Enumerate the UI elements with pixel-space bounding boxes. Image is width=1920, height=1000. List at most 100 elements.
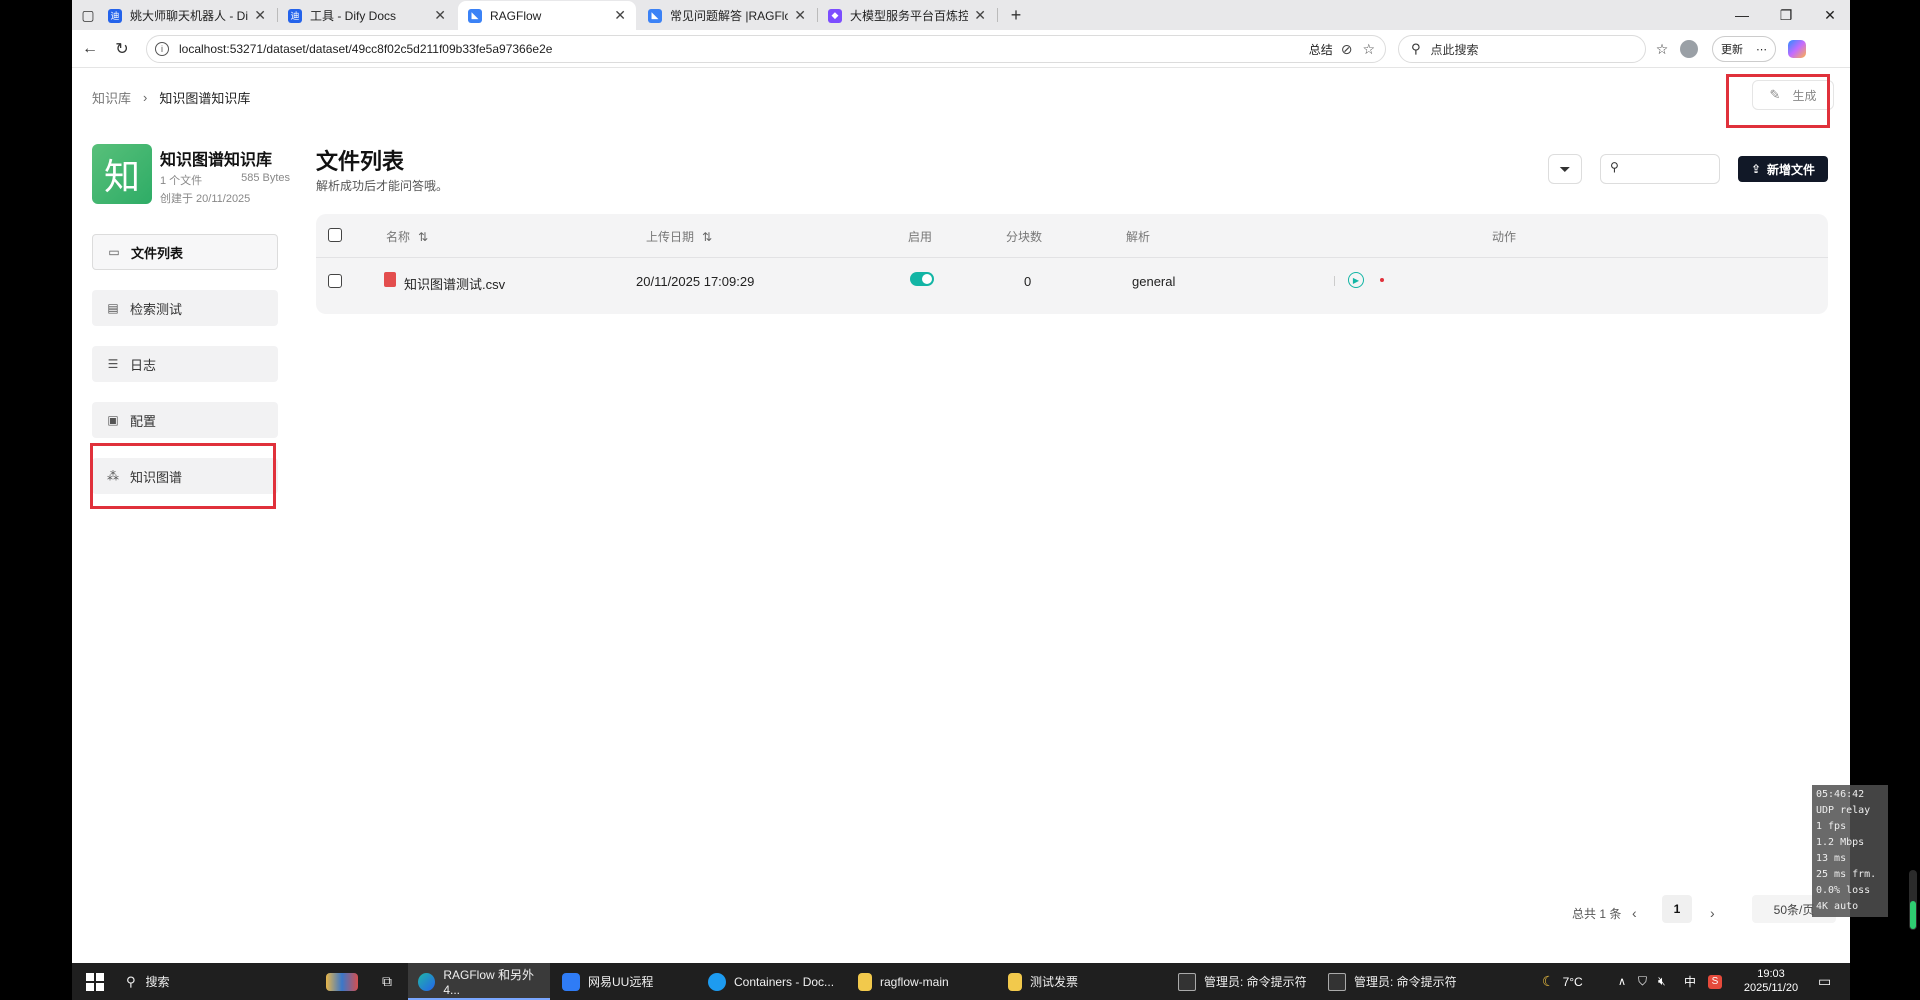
- sidebar-item-label: 检索测试: [130, 301, 183, 317]
- column-name[interactable]: 名称 ⇅: [386, 228, 428, 245]
- breadcrumb-root[interactable]: 知识库: [92, 88, 131, 107]
- search-icon: ⚲: [1610, 160, 1619, 174]
- filter-button[interactable]: ⏷: [1548, 154, 1582, 184]
- search-icon: ⚲: [126, 973, 136, 989]
- reload-icon[interactable]: ↻: [112, 39, 132, 59]
- kb-avatar: 知: [92, 144, 152, 204]
- terminal-icon: [1328, 972, 1346, 991]
- update-button[interactable]: 更新 ⋯: [1712, 36, 1776, 62]
- favorite-star-icon[interactable]: ☆: [1362, 41, 1375, 58]
- system-clock[interactable]: 19:03 2025/11/20: [1736, 967, 1806, 995]
- taskbar-search[interactable]: ⚲ 搜索: [116, 963, 316, 1000]
- taskbar-item-docker[interactable]: Containers - Doc...: [698, 963, 848, 1000]
- row-checkbox[interactable]: [328, 274, 342, 288]
- ime-indicator[interactable]: 中: [1684, 963, 1696, 1000]
- close-icon[interactable]: ✕: [974, 7, 986, 24]
- sort-icon[interactable]: ⇅: [418, 230, 428, 244]
- screen: ▢ 迪 姚大师聊天机器人 - Dify ✕ 迪 工具 - Dify Docs ✕…: [0, 0, 1920, 1000]
- task-view-icon[interactable]: ⧉: [372, 963, 402, 1000]
- new-tab-icon[interactable]: +: [1006, 5, 1026, 25]
- windows-start-icon[interactable]: [86, 973, 104, 991]
- next-page-icon[interactable]: ›: [1710, 905, 1715, 921]
- page-number[interactable]: 1: [1662, 895, 1692, 923]
- tab-ragflow[interactable]: ◣ RAGFlow ✕: [458, 1, 636, 30]
- taskbar-item-cmd-2[interactable]: 管理员: 命令提示符: [1318, 963, 1468, 1000]
- sidebar-item-file-list[interactable]: ▭ 文件列表: [92, 234, 278, 270]
- taskbar-item-uu-remote[interactable]: 网易UU远程: [552, 963, 698, 1000]
- column-chunks-label: 分块数: [1006, 230, 1043, 244]
- enable-toggle[interactable]: [910, 272, 934, 286]
- browser-window: ▢ 迪 姚大师聊天机器人 - Dify ✕ 迪 工具 - Dify Docs ✕…: [72, 0, 1850, 963]
- summary-label[interactable]: 总结: [1309, 41, 1333, 58]
- close-icon[interactable]: ✕: [254, 7, 266, 24]
- more-icon[interactable]: ⋯: [1756, 43, 1767, 56]
- taskbar-item-test-invoice[interactable]: 测试发票: [998, 963, 1148, 1000]
- search-icon: ⚲: [1411, 41, 1421, 56]
- file-table: 名称 ⇅ 上传日期 ⇅ 启用 分块数 解析 动作 知识图谱测试.csv 20/1…: [316, 214, 1828, 314]
- weather-widget[interactable]: ☾ 7°C: [1542, 963, 1583, 1000]
- column-upload-date[interactable]: 上传日期 ⇅: [646, 228, 712, 245]
- taskbar-item-ragflow-main[interactable]: ragflow-main: [848, 963, 998, 1000]
- notification-icon[interactable]: ▭: [1818, 963, 1831, 1000]
- column-upload-date-label: 上传日期: [646, 230, 695, 244]
- column-enabled: 启用: [908, 228, 932, 245]
- url-field[interactable]: i localhost:53271/dataset/dataset/49cc8f…: [146, 35, 1386, 63]
- doc-search-icon: ▤: [107, 301, 119, 315]
- taskbar-item-label: Containers - Doc...: [734, 974, 835, 989]
- upload-icon: ⇪: [1750, 162, 1762, 176]
- table-header: 名称 ⇅ 上传日期 ⇅ 启用 分块数 解析 动作: [316, 214, 1828, 258]
- shield-icon[interactable]: ⛉: [1638, 963, 1647, 1000]
- uu-remote-icon: [562, 972, 580, 991]
- sidebar-item-retrieval-test[interactable]: ▤ 检索测试: [92, 290, 278, 326]
- favorites-icon[interactable]: ☆: [1652, 39, 1672, 59]
- taskbar-item-cmd-1[interactable]: 管理员: 命令提示符: [1168, 963, 1318, 1000]
- parse-status-dot: [1380, 278, 1384, 282]
- tab-dify-docs[interactable]: 迪 工具 - Dify Docs ✕: [278, 1, 456, 30]
- run-parse-icon[interactable]: ▶: [1348, 272, 1364, 288]
- close-icon[interactable]: ✕: [614, 7, 626, 24]
- profile-avatar[interactable]: [1680, 40, 1698, 58]
- tab-dify-bot[interactable]: 迪 姚大师聊天机器人 - Dify ✕: [98, 1, 276, 30]
- browser-search-box[interactable]: ⚲ 点此搜索: [1398, 35, 1646, 63]
- chunk-count: 0: [1024, 274, 1032, 289]
- search-highlight-icon[interactable]: [316, 963, 366, 1000]
- taskbar-item-label: 测试发票: [1030, 975, 1079, 989]
- back-icon[interactable]: ←: [80, 39, 100, 59]
- tab-bailian[interactable]: ◆ 大模型服务平台百炼控制台 ✕: [818, 1, 996, 30]
- select-all-checkbox[interactable]: [328, 228, 342, 242]
- sogou-ime-icon[interactable]: S: [1708, 963, 1722, 1000]
- folder-icon: [1008, 972, 1022, 991]
- sort-icon[interactable]: ⇅: [702, 230, 712, 244]
- file-name[interactable]: 知识图谱测试.csv: [404, 274, 505, 293]
- column-enabled-label: 启用: [908, 230, 933, 244]
- breadcrumb: 知识库 › 知识图谱知识库: [92, 88, 250, 107]
- task-view-glyph: ⧉: [382, 973, 392, 989]
- close-icon[interactable]: ✕: [434, 7, 446, 24]
- minimize-icon[interactable]: —: [1720, 0, 1764, 30]
- volume-muted-icon[interactable]: 🔇︎: [1658, 963, 1666, 1000]
- folder-icon: [858, 972, 872, 991]
- ragflow-page: 知识库 › 知识图谱知识库 ✎ 生成 知 知识图谱知识库 1 个文件 585 B…: [72, 68, 1850, 963]
- add-file-button[interactable]: ⇪ 新增文件: [1738, 156, 1828, 182]
- tray-overflow-icon[interactable]: ∧: [1618, 963, 1626, 1000]
- tab-ragflow-faq[interactable]: ◣ 常见问题解答 |RAGFlow ✕: [638, 1, 816, 30]
- address-bar: ← ↻ i localhost:53271/dataset/dataset/49…: [72, 30, 1850, 68]
- filter-icon: ⏷: [1559, 160, 1571, 177]
- close-window-icon[interactable]: ✕: [1808, 0, 1850, 30]
- kb-file-count: 1 个文件: [160, 175, 203, 187]
- site-info-icon[interactable]: i: [155, 42, 169, 56]
- restore-icon[interactable]: ❐: [1764, 0, 1808, 30]
- close-icon[interactable]: ✕: [794, 7, 806, 24]
- sidebar-item-config[interactable]: ▣ 配置: [92, 402, 278, 438]
- copilot-icon[interactable]: [1788, 40, 1806, 58]
- upload-date: 20/11/2025 17:09:29: [636, 274, 755, 289]
- taskbar-item-label: 管理员: 命令提示符: [1204, 975, 1307, 989]
- sidebar-item-logs[interactable]: ☰ 日志: [92, 346, 278, 382]
- prev-page-icon[interactable]: ‹: [1632, 905, 1637, 921]
- tab-actions-icon[interactable]: ▢: [78, 5, 98, 25]
- taskbar-item-edge[interactable]: RAGFlow 和另外 4...: [408, 963, 550, 1000]
- no-tracking-icon[interactable]: ⊘: [1341, 41, 1353, 58]
- bailian-favicon-icon: ◆: [828, 8, 842, 23]
- kb-name: 知识图谱知识库: [160, 152, 273, 169]
- sidebar-item-label: 日志: [130, 357, 157, 373]
